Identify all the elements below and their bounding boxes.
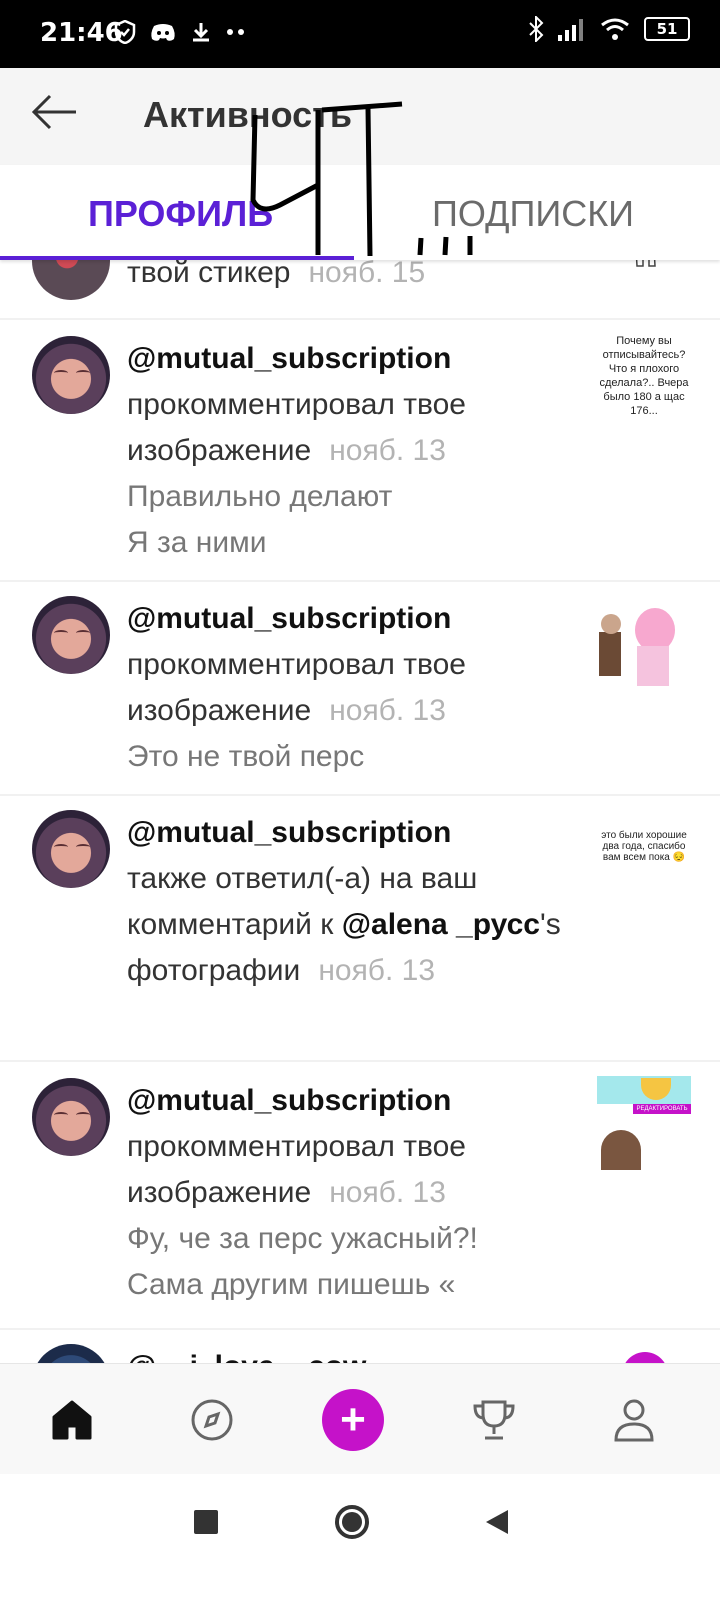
avatar[interactable] <box>32 1344 110 1363</box>
status-bar: 21:46 51 <box>0 0 720 68</box>
avatar[interactable] <box>32 810 110 888</box>
nav-profile[interactable] <box>602 1388 666 1452</box>
list-item[interactable]: @mutual_subscription прокомментировал тв… <box>0 1060 720 1330</box>
comment-line: Фу, че за перс ужасный?! <box>127 1222 478 1255</box>
add-icon: + <box>322 1389 384 1451</box>
tab-bar: ПРОФИЛЬ ПОДПИСКИ <box>0 165 720 260</box>
avatar[interactable] <box>32 1078 110 1156</box>
nav-explore[interactable] <box>180 1388 244 1452</box>
image-thumbnail[interactable]: РЕДАКТИРОВАТЬ <box>597 1076 691 1170</box>
page-title: Активность <box>143 94 352 135</box>
activity-date: нояб. 13 <box>318 954 436 987</box>
nav-trophy[interactable] <box>462 1388 526 1452</box>
download-icon <box>193 23 209 42</box>
activity-action: твой стикер <box>127 260 291 289</box>
avatar[interactable] <box>32 336 110 414</box>
avatar[interactable] <box>32 596 110 674</box>
list-item[interactable]: @mutual_subscription также ответил(-а) н… <box>0 794 720 1062</box>
activity-date: нояб. 13 <box>329 694 446 727</box>
list-item[interactable]: @mutual_subscription прокомментировал тв… <box>0 580 720 796</box>
wifi-icon <box>601 18 629 40</box>
arrow-left-icon[interactable] <box>30 92 78 132</box>
activity-username[interactable]: @__i_love__cow <box>127 1344 587 1363</box>
app-header: Активность <box>0 68 720 165</box>
home-icon <box>52 1400 92 1440</box>
shield-icon <box>114 20 136 44</box>
activity-date: нояб. 15 <box>308 260 426 289</box>
bottom-navigation: + <box>0 1363 720 1474</box>
more-dots-icon <box>227 29 244 35</box>
status-time: 21:46 <box>40 18 123 48</box>
avatar[interactable] <box>32 260 110 300</box>
profile-icon <box>614 1399 654 1442</box>
image-thumbnail[interactable]: Почему вы отписывайтесь? Что я плохого с… <box>597 334 691 428</box>
activity-username[interactable]: @mutual_subscription <box>127 336 587 382</box>
avatar[interactable] <box>622 1352 668 1363</box>
activity-feed: твой стикер нояб. 15 @mutual_subscription… <box>0 260 720 1363</box>
discord-icon <box>151 24 175 41</box>
recent-apps-icon[interactable] <box>194 1510 218 1534</box>
activity-date: нояб. 13 <box>329 1176 446 1209</box>
compass-icon <box>191 1399 233 1441</box>
list-item[interactable]: @__i_love__cow <box>0 1328 720 1363</box>
image-thumbnail[interactable] <box>597 602 691 696</box>
edit-label: РЕДАКТИРОВАТЬ <box>633 1104 691 1114</box>
activity-date: нояб. 13 <box>329 434 446 467</box>
system-navigation <box>0 1474 720 1600</box>
tab-profile[interactable]: ПРОФИЛЬ <box>88 193 273 235</box>
nav-home[interactable] <box>40 1388 104 1452</box>
comment-line: Я за ними <box>127 526 267 559</box>
activity-username[interactable]: @mutual_subscription <box>127 596 587 642</box>
nav-add[interactable]: + <box>321 1388 385 1452</box>
comment-line: Сама другим пишешь « <box>127 1268 456 1301</box>
signal-icon <box>558 19 583 41</box>
tab-active-indicator <box>0 256 354 260</box>
activity-username[interactable]: @mutual_subscription <box>127 1078 587 1124</box>
battery-icon: 51 <box>644 17 690 41</box>
list-item[interactable]: твой стикер нояб. 15 <box>0 260 720 320</box>
bluetooth-icon <box>529 16 544 42</box>
activity-username[interactable]: @mutual_subscription <box>127 810 587 856</box>
home-circle-icon[interactable] <box>334 1504 370 1540</box>
image-thumbnail[interactable]: это были хорошие два года, спасибо вам в… <box>597 830 691 924</box>
tab-subscriptions[interactable]: ПОДПИСКИ <box>432 193 634 235</box>
trophy-icon <box>473 1400 515 1440</box>
comment-line: Правильно делают <box>127 480 393 513</box>
mention-link[interactable]: @alena _русс <box>342 908 540 941</box>
comment-line: Это не твой перс <box>127 740 365 773</box>
back-triangle-icon[interactable] <box>484 1508 510 1536</box>
list-item[interactable]: @mutual_subscription прокомментировал тв… <box>0 318 720 582</box>
sticker-thumbnail[interactable] <box>597 260 691 324</box>
